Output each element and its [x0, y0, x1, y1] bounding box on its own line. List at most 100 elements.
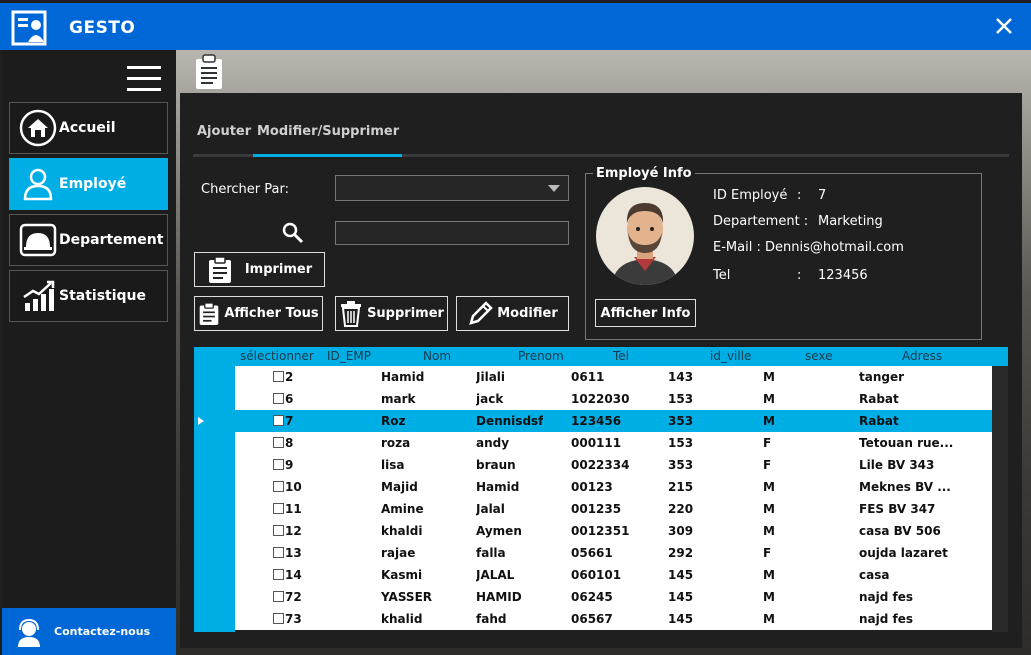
select-checkbox[interactable] — [273, 591, 284, 602]
table-row[interactable]: 14 Kasmi JALAL 060101 145 Mcasa — [235, 564, 992, 586]
column-header[interactable]: Tel — [613, 349, 629, 363]
table-cell: roza — [381, 436, 411, 450]
modify-button[interactable]: Modifier — [456, 296, 569, 331]
table-cell: 0012351 — [571, 524, 630, 538]
column-header[interactable]: id_ville — [710, 349, 751, 363]
table-cell: Aymen — [476, 524, 522, 538]
table-row[interactable]: 2 Hamid Jilali 0611 143 Mtanger — [235, 366, 992, 388]
table-cell: 143 — [668, 370, 694, 384]
table-row[interactable]: 10 Majid Hamid 00123 215 M Meknes BV ... — [235, 476, 992, 498]
table-header: sélectionner ID_EMP Nom Prenom Tel id_vi… — [194, 347, 1008, 366]
tab-underline — [193, 154, 1009, 157]
table-row[interactable]: 7 Roz Dennisdsf 123456 353 M Rabat — [235, 410, 992, 432]
clipboard-icon — [208, 255, 231, 283]
sidebar-item-label: Statistique — [59, 288, 147, 304]
table-cell: 2 — [285, 370, 294, 384]
modify-label: Modifier — [497, 306, 558, 321]
search-by-select[interactable] — [335, 175, 569, 201]
select-checkbox[interactable] — [273, 525, 284, 536]
select-checkbox[interactable] — [273, 503, 284, 514]
select-checkbox[interactable] — [273, 459, 284, 470]
table-cell: M — [763, 590, 775, 604]
menu-icon[interactable] — [127, 66, 161, 92]
close-icon[interactable] — [990, 12, 1018, 40]
select-checkbox[interactable] — [273, 481, 284, 492]
table-cell: Rabat — [859, 392, 899, 406]
column-header[interactable]: ID_EMP — [327, 349, 371, 363]
employee-avatar — [596, 187, 694, 285]
search-by-label: Chercher Par: — [201, 182, 289, 197]
employee-tel-label: Tel — [713, 268, 731, 283]
table-cell: Lile BV 343 — [859, 458, 935, 472]
sidebar-item-departement[interactable]: Departement — [9, 214, 168, 266]
table-cell: 153 — [668, 436, 694, 450]
sidebar-item-statistique[interactable]: Statistique — [9, 270, 168, 322]
table-row[interactable]: 8 roza andy 000111 153 F Tetouan rue... — [235, 432, 992, 454]
trash-icon — [341, 300, 362, 327]
print-label: Imprimer — [244, 262, 313, 277]
table-cell: 10 — [285, 480, 302, 494]
delete-button[interactable]: Supprimer — [335, 296, 448, 331]
table-cell: 1022030 — [571, 392, 630, 406]
column-header[interactable]: Adress — [902, 349, 942, 363]
select-checkbox[interactable] — [273, 437, 284, 448]
table-cell: Dennisdsf — [476, 414, 544, 428]
table-cell: Meknes BV ... — [859, 480, 951, 494]
table-cell: 9 — [285, 458, 294, 472]
table-scrollbar[interactable] — [992, 366, 1008, 632]
column-header[interactable]: sexe — [805, 349, 833, 363]
table-cell: Jalal — [476, 502, 505, 516]
tab-modifier-supprimer[interactable]: Modifier/Supprimer — [257, 124, 399, 139]
sidebar-item-accueil[interactable]: Accueil — [9, 102, 168, 154]
print-button[interactable]: Imprimer — [194, 252, 325, 287]
table-cell: F — [763, 546, 772, 560]
contact-button[interactable]: Contactez-nous — [2, 608, 176, 655]
table-cell: 8 — [285, 436, 294, 450]
table-cell: 060101 — [571, 568, 622, 582]
table-row[interactable]: 6 mark jack 1022030 153 M Rabat — [235, 388, 992, 410]
table-row[interactable]: 11 Amine Jalal 001235 220 M FES BV 347 — [235, 498, 992, 520]
table-cell: Amine — [381, 502, 424, 516]
table-cell: FES BV 347 — [859, 502, 936, 516]
show-all-label: Afficher Tous — [224, 306, 319, 321]
show-all-button[interactable]: Afficher Tous — [194, 296, 323, 331]
table-row[interactable]: 9 lisa braun 0022334 353 F Lile BV 343 — [235, 454, 992, 476]
select-checkbox[interactable] — [273, 393, 284, 404]
show-info-button[interactable]: Afficher Info — [595, 299, 696, 327]
select-checkbox[interactable] — [273, 547, 284, 558]
table-cell: M — [763, 370, 775, 384]
column-header[interactable]: Prenom — [518, 349, 564, 363]
select-checkbox[interactable] — [273, 613, 284, 624]
chevron-down-icon — [548, 185, 560, 192]
current-row-indicator-icon — [198, 417, 204, 425]
column-header[interactable]: sélectionner — [240, 349, 314, 363]
employee-tel-value: 123456 — [818, 268, 868, 283]
tab-ajouter[interactable]: Ajouter — [197, 124, 251, 139]
table-cell: jack — [476, 392, 504, 406]
helmet-icon — [19, 223, 57, 257]
employee-info-title: Employé Info — [593, 166, 695, 181]
select-checkbox[interactable] — [273, 415, 284, 426]
table-row[interactable]: 72 YASSER HAMID 06245 145 Mnajd fes — [235, 586, 992, 608]
select-checkbox[interactable] — [273, 371, 284, 382]
table-row[interactable]: 13 rajae falla 05661 292 Foujda lazaret — [235, 542, 992, 564]
chart-icon — [23, 280, 55, 311]
clipboard-icon — [200, 301, 219, 325]
sidebar-item-employe[interactable]: Employé — [9, 158, 168, 210]
table-cell: M — [763, 392, 775, 406]
select-checkbox[interactable] — [273, 569, 284, 580]
table-cell: YASSER — [381, 590, 433, 604]
table-cell: Tetouan rue... — [859, 436, 953, 450]
table-row[interactable]: 12 khaldi Aymen 0012351 309 Mcasa BV 506 — [235, 520, 992, 542]
table-cell: 001235 — [571, 502, 622, 516]
table-cell: M — [763, 414, 775, 428]
table-cell: khaldi — [381, 524, 423, 538]
table-cell: 153 — [668, 392, 694, 406]
table-cell: F — [763, 458, 772, 472]
table-row[interactable]: 73 khalid fahd 06567 145 Mnajd fes — [235, 608, 992, 630]
main-panel: Ajouter Modifier/Supprimer Chercher Par:… — [180, 93, 1022, 648]
search-input[interactable] — [335, 221, 569, 245]
table-cell: Majid — [381, 480, 418, 494]
employee-id-label: ID Employé — [713, 188, 788, 203]
column-header[interactable]: Nom — [423, 349, 451, 363]
